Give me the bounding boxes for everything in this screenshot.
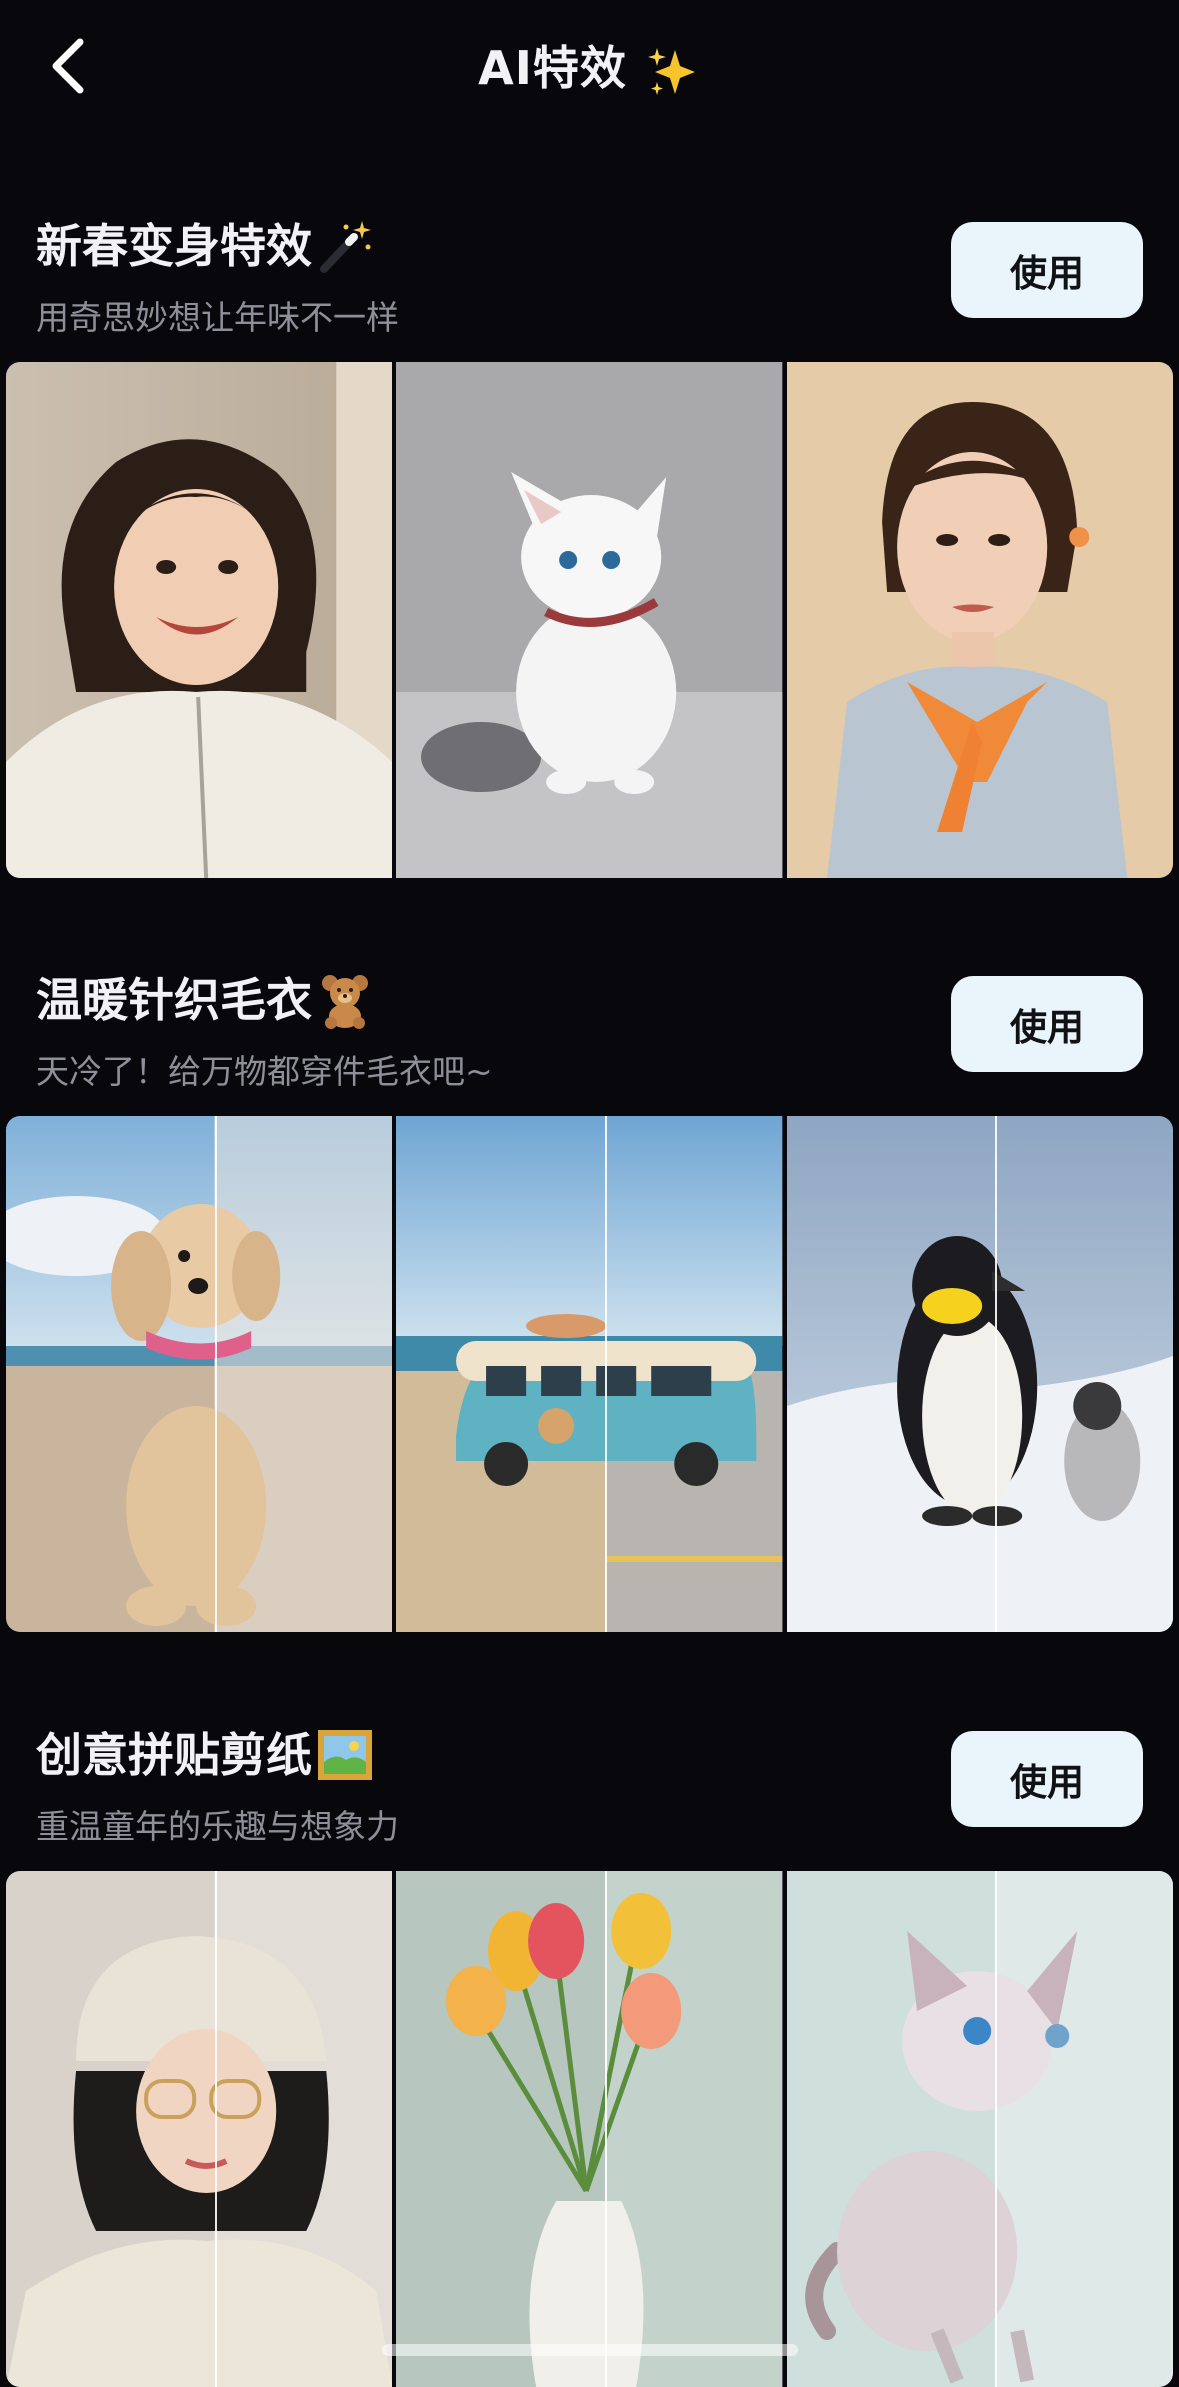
white-kitten-photo[interactable]: [396, 362, 783, 878]
compare-divider[interactable]: [604, 1871, 607, 2387]
paper-cat-photo[interactable]: [786, 1871, 1173, 2387]
use-button[interactable]: 使用: [951, 976, 1143, 1072]
paper-tulips-photo[interactable]: [396, 1871, 783, 2387]
page-title-group: AI特效: [0, 36, 1179, 100]
section-subtitle: 用奇思妙想让年味不一样: [36, 298, 399, 337]
use-button[interactable]: 使用: [951, 222, 1143, 318]
page-title: AI特效: [478, 41, 627, 95]
section-subtitle: 天冷了！给万物都穿件毛衣吧~: [36, 1052, 493, 1091]
home-indicator[interactable]: [382, 2344, 798, 2356]
compare-divider[interactable]: [214, 1116, 217, 1632]
section-title: 创意拼贴剪纸: [36, 1723, 374, 1787]
teddy-bear-icon: [322, 975, 368, 1029]
compare-divider[interactable]: [995, 1871, 998, 2387]
compare-divider[interactable]: [214, 1871, 217, 2387]
paper-girl-photo[interactable]: [6, 1871, 393, 2387]
knitted-penguin-photo[interactable]: [786, 1116, 1173, 1632]
sparkles-icon: [647, 47, 695, 95]
preview-grid: [6, 1871, 1173, 2387]
section-subtitle: 重温童年的乐趣与想象力: [36, 1807, 399, 1846]
magic-wand-icon: [320, 221, 371, 273]
knitted-van-photo[interactable]: [396, 1116, 783, 1632]
woman-portrait-photo[interactable]: [786, 362, 1173, 878]
use-button[interactable]: 使用: [951, 1731, 1143, 1827]
preview-grid: [6, 362, 1173, 878]
knitted-dog-photo[interactable]: [6, 1116, 393, 1632]
section-title: 新春变身特效: [36, 214, 374, 278]
smiling-girl-photo[interactable]: [6, 362, 393, 878]
top-bar: AI特效: [0, 0, 1179, 140]
framed-picture-icon: [318, 1730, 372, 1780]
preview-grid: [6, 1116, 1173, 1632]
compare-divider[interactable]: [995, 1116, 998, 1632]
compare-divider[interactable]: [604, 1116, 607, 1632]
section-title: 温暖针织毛衣: [36, 968, 374, 1032]
